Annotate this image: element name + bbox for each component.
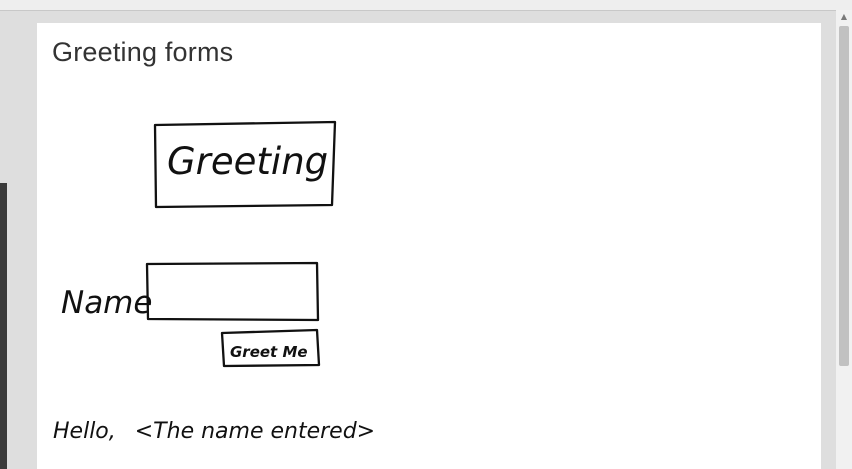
greeting-placeholder: <The name entered>	[135, 419, 375, 444]
greeting-output-text: Hello, <The name entered>	[53, 419, 375, 444]
hand-drawn-mockup: Greeting Name Greet Me Hello, <The name …	[53, 120, 375, 444]
greet-me-button-label: Greet Me	[230, 343, 308, 361]
name-label: Name	[61, 285, 152, 321]
greeting-box-text: Greeting	[167, 140, 328, 183]
scroll-thumb[interactable]	[839, 26, 849, 366]
greeting-prefix: Hello,	[53, 419, 123, 444]
scroll-up-arrow-icon[interactable]: ▲	[836, 10, 852, 24]
window-top-bar	[0, 0, 852, 11]
content-panel: Greeting forms Greeting Name Greet Me He…	[37, 23, 821, 469]
left-edge-strip	[0, 183, 7, 469]
vertical-scrollbar[interactable]: ▲	[836, 10, 852, 469]
name-input-box-outline	[145, 261, 320, 322]
